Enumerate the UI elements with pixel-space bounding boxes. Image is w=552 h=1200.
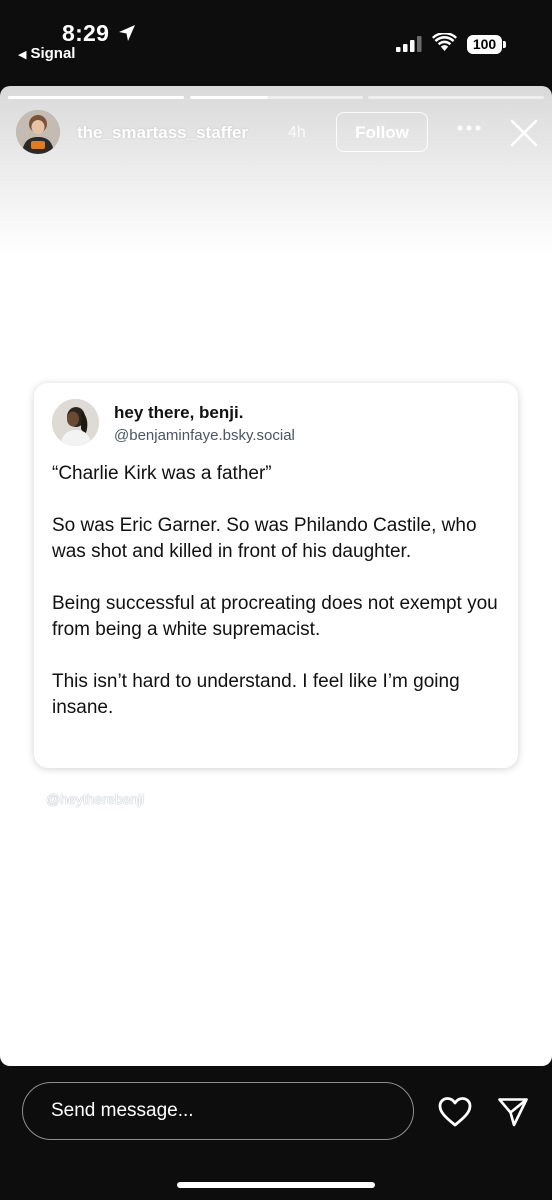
avatar-photo — [16, 110, 60, 154]
story-author-avatar[interactable] — [16, 110, 60, 154]
send-icon[interactable] — [497, 1096, 529, 1128]
handle-watermark: @heytherebenji — [46, 791, 145, 807]
battery-indicator: 100 — [467, 35, 502, 54]
story-time-ago: 4h — [288, 124, 306, 141]
back-app-label: Signal — [30, 45, 76, 62]
post-paragraph: “Charlie Kirk was a father” — [52, 463, 272, 484]
location-arrow-icon — [119, 25, 135, 41]
story-frame[interactable]: the_smartass_staffer 4h Follow hey there… — [0, 86, 552, 1066]
back-to-app-link[interactable]: ◀ Signal — [18, 45, 75, 62]
post-paragraph: So was Eric Garner. So was Philando Cast… — [52, 515, 477, 562]
heart-icon[interactable] — [438, 1096, 472, 1128]
post-handle: @benjaminfaye.bsky.social — [114, 427, 295, 444]
send-message-input[interactable]: Send message... — [22, 1082, 414, 1140]
story-progress-segment — [8, 96, 184, 99]
embedded-post-card: hey there, benji. @benjaminfaye.bsky.soc… — [34, 383, 518, 768]
post-avatar-photo — [52, 399, 99, 446]
story-progress-segment — [190, 96, 363, 99]
post-body: “Charlie Kirk was a father” So was Eric … — [52, 461, 507, 721]
story-progress-fill — [190, 96, 268, 99]
post-paragraph: Being successful at procreating does not… — [52, 593, 498, 640]
status-time: 8:29 — [62, 20, 110, 46]
close-icon[interactable] — [510, 119, 538, 147]
post-paragraph: This isn’t hard to understand. I feel li… — [52, 671, 460, 718]
follow-button[interactable]: Follow — [336, 112, 428, 152]
home-indicator — [177, 1182, 375, 1188]
battery-nub — [503, 41, 506, 48]
wifi-icon — [432, 33, 457, 51]
cellular-signal-icon — [396, 36, 422, 52]
status-bar: 8:29 ◀ Signal 100 — [0, 0, 552, 88]
story-progress-fill — [8, 96, 184, 99]
post-author-avatar — [52, 399, 99, 446]
post-display-name: hey there, benji. — [114, 403, 244, 422]
more-options-icon[interactable] — [456, 124, 482, 132]
story-username[interactable]: the_smartass_staffer — [77, 123, 248, 143]
back-triangle-icon: ◀ — [18, 49, 27, 61]
story-progress-segment — [368, 96, 544, 99]
